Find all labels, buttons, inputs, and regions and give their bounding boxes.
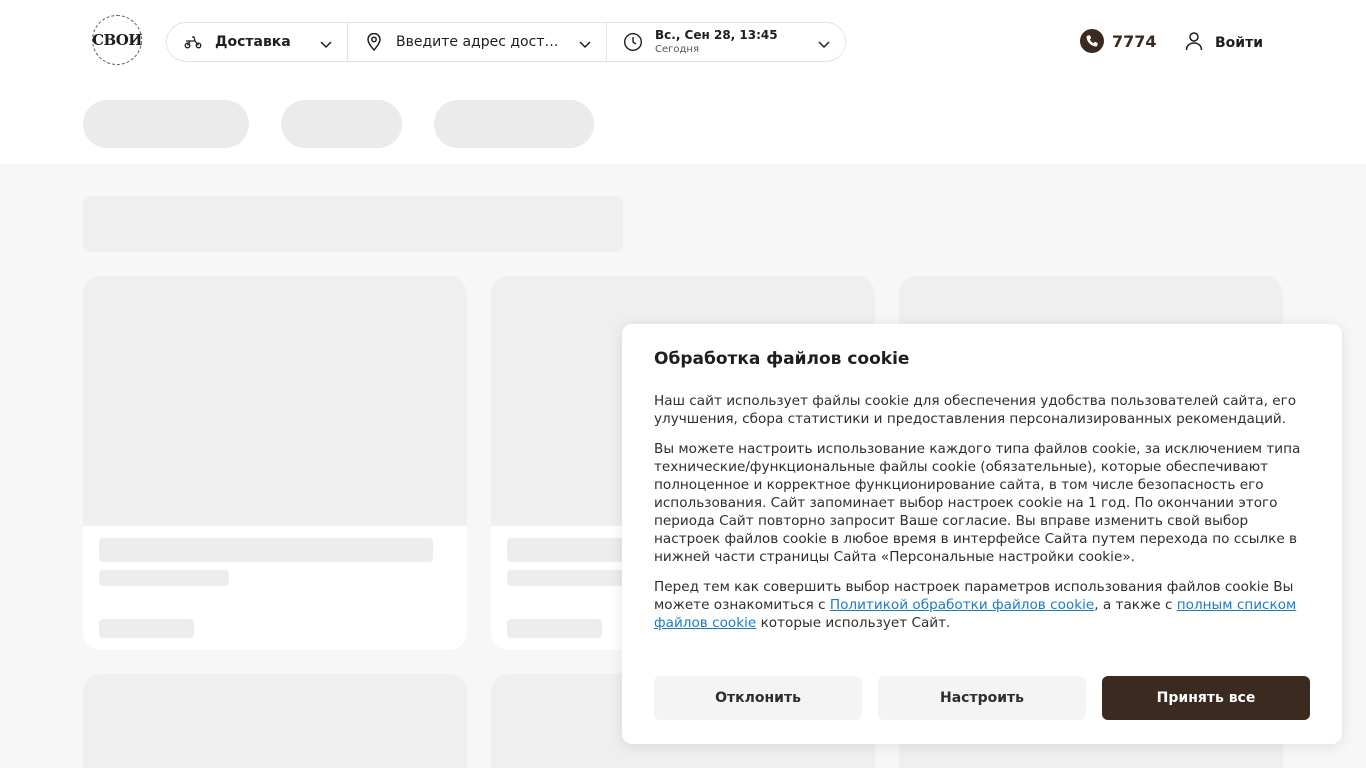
clock-icon bbox=[623, 32, 643, 52]
login-button[interactable]: Войти bbox=[1185, 31, 1263, 55]
section-title-placeholder bbox=[83, 196, 623, 252]
login-label: Войти bbox=[1215, 35, 1264, 51]
phone-link[interactable]: 7774 bbox=[1080, 29, 1157, 53]
phone-icon bbox=[1080, 29, 1104, 53]
logo-text: СВОИ bbox=[92, 31, 142, 49]
cookie-paragraph-intro: Наш сайт использует файлы cookie для обе… bbox=[654, 393, 1297, 427]
address-selector[interactable]: Введите адрес доставки bbox=[347, 23, 606, 61]
address-label: Введите адрес доставки bbox=[396, 34, 564, 50]
product-card-placeholder bbox=[83, 276, 467, 650]
configure-button[interactable]: Настроить bbox=[878, 676, 1086, 720]
cookie-button-row: Отклонить Настроить Принять все bbox=[654, 676, 1310, 720]
order-options-bar: Доставка Введите адрес доставки Вс., Сен… bbox=[166, 22, 846, 62]
product-image-placeholder bbox=[83, 276, 467, 526]
cookie-policy-link[interactable]: Политикой обработки файлов cookie bbox=[830, 597, 1094, 613]
chevron-down-icon bbox=[319, 36, 333, 50]
brand-logo[interactable]: СВОИ bbox=[92, 15, 142, 65]
product-price-placeholder bbox=[99, 619, 194, 638]
phone-number: 7774 bbox=[1112, 31, 1157, 51]
location-pin-icon bbox=[364, 32, 384, 52]
cookie-policy-text-end: которые использует Сайт. bbox=[756, 615, 951, 631]
cookie-paragraph-policy: Перед тем как совершить выбор настроек п… bbox=[654, 578, 1310, 632]
product-title-placeholder bbox=[99, 538, 433, 562]
cookie-dialog-title: Обработка файлов cookie bbox=[654, 349, 910, 369]
delivery-time-text: Вс., Сен 28, 13:45 Сегодня bbox=[655, 28, 778, 55]
product-price-placeholder bbox=[507, 619, 602, 638]
category-chip-placeholder bbox=[83, 100, 249, 148]
delivery-type-selector[interactable]: Доставка bbox=[167, 23, 347, 61]
category-chip-placeholder bbox=[281, 100, 402, 148]
cookie-policy-text-mid: , а также с bbox=[1094, 597, 1177, 613]
cookie-consent-dialog: Обработка файлов cookie Наш сайт использ… bbox=[622, 324, 1342, 744]
chevron-down-icon bbox=[578, 36, 592, 50]
scooter-icon bbox=[183, 32, 203, 52]
accept-all-button[interactable]: Принять все bbox=[1102, 676, 1310, 720]
cookie-paragraph-settings: Вы можете настроить использование каждог… bbox=[654, 441, 1301, 565]
delivery-time-selector[interactable]: Вс., Сен 28, 13:45 Сегодня bbox=[606, 23, 845, 61]
delivery-time-sub: Сегодня bbox=[655, 43, 699, 55]
site-header: СВОИ Доставка Введите адрес доставки Вс.… bbox=[0, 0, 1366, 164]
decline-button[interactable]: Отклонить bbox=[654, 676, 862, 720]
category-chip-placeholder bbox=[434, 100, 594, 148]
chevron-down-icon bbox=[817, 36, 831, 50]
product-subtitle-placeholder bbox=[99, 570, 229, 586]
delivery-time-main: Вс., Сен 28, 13:45 bbox=[655, 28, 778, 43]
product-card-placeholder bbox=[83, 674, 467, 768]
product-subtitle-placeholder bbox=[507, 570, 637, 586]
delivery-type-label: Доставка bbox=[215, 34, 291, 50]
user-icon bbox=[1185, 31, 1203, 55]
